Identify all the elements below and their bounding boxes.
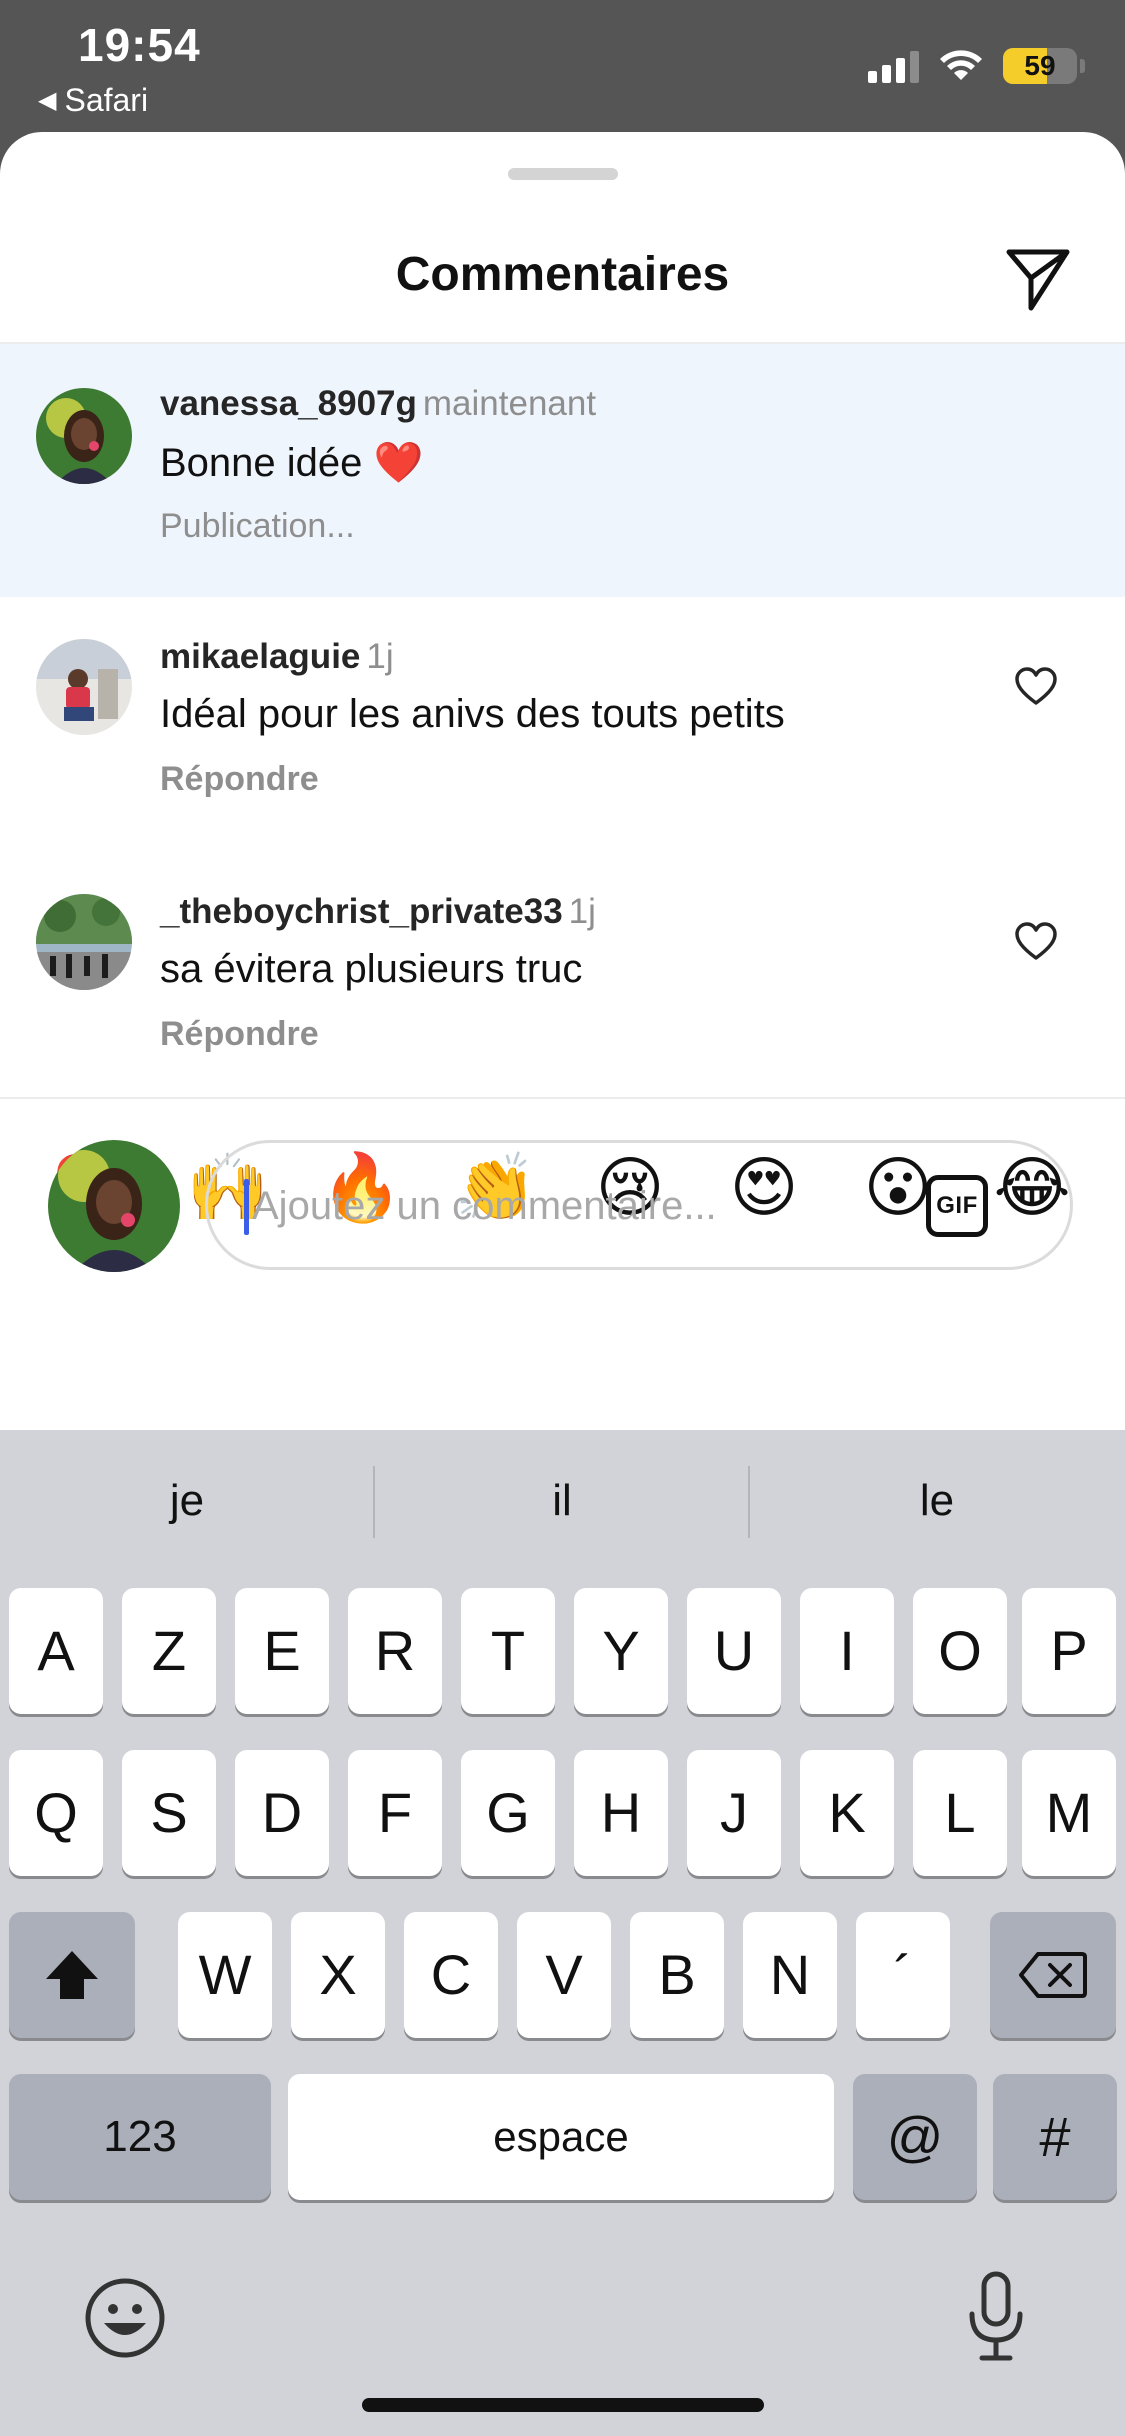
back-triangle-icon: ◀ [38, 87, 57, 114]
key-r[interactable]: R [348, 1588, 442, 1714]
comment-text: sa évitera plusieurs truc [160, 947, 583, 991]
key-d[interactable]: D [235, 1750, 329, 1876]
wifi-icon [940, 50, 982, 80]
back-to-safari-link[interactable]: ◀ Safari [38, 82, 148, 119]
shift-key[interactable] [9, 1912, 135, 2038]
comment-item[interactable]: vanessa_8907g maintenant Bonne idée ❤️ Pu… [0, 344, 1125, 597]
sheet-title: Commentaires [395, 248, 730, 301]
paper-plane-icon[interactable] [1003, 242, 1073, 312]
comment-meta: mikaelaguie 1j [160, 637, 394, 677]
key-b[interactable]: B [630, 1912, 724, 2038]
heart-outline-icon[interactable] [1015, 922, 1057, 962]
home-indicator[interactable] [362, 2398, 764, 2412]
key-f[interactable]: F [348, 1750, 442, 1876]
key-t[interactable]: T [461, 1588, 555, 1714]
heart-outline-icon[interactable] [1015, 667, 1057, 707]
comment-item[interactable]: mikaelaguie 1j Idéal pour les anivs des t… [0, 597, 1125, 852]
sheet-grabber[interactable] [508, 168, 618, 180]
space-key[interactable]: espace [288, 2074, 834, 2200]
comment-username[interactable]: mikaelaguie [160, 637, 360, 676]
key-a[interactable]: A [9, 1588, 103, 1714]
gif-button[interactable]: GIF [926, 1175, 988, 1237]
comment-time: 1j [366, 637, 394, 676]
cellular-signal-icon [868, 49, 919, 83]
key-c[interactable]: C [404, 1912, 498, 2038]
key-l[interactable]: L [913, 1750, 1007, 1876]
posting-status: Publication... [160, 507, 355, 545]
key-z[interactable]: Z [122, 1588, 216, 1714]
prediction-1[interactable]: je [0, 1462, 374, 1540]
comment-meta: _theboychrist_private33 1j [160, 892, 596, 932]
key-s[interactable]: S [122, 1750, 216, 1876]
reply-button[interactable]: Répondre [160, 1015, 319, 1054]
comment-item[interactable]: _theboychrist_private33 1j sa évitera plu… [0, 852, 1125, 1097]
key-acute-accent[interactable]: ´ [856, 1912, 950, 2038]
text-caret [244, 1179, 249, 1235]
key-e[interactable]: E [235, 1588, 329, 1714]
key-n[interactable]: N [743, 1912, 837, 2038]
at-key[interactable]: @ [853, 2074, 977, 2200]
comment-meta: vanessa_8907g maintenant [160, 384, 596, 424]
prediction-2[interactable]: il [375, 1462, 749, 1540]
key-i[interactable]: I [800, 1588, 894, 1714]
avatar[interactable] [36, 388, 132, 484]
prediction-bar: je il le [0, 1462, 1125, 1540]
key-m[interactable]: M [1022, 1750, 1116, 1876]
comment-time: 1j [568, 892, 596, 931]
key-q[interactable]: Q [9, 1750, 103, 1876]
microphone-icon[interactable] [964, 2270, 1028, 2364]
delete-key[interactable] [990, 1912, 1116, 2038]
battery-tip [1080, 59, 1085, 73]
comment-username[interactable]: _theboychrist_private33 [160, 892, 563, 931]
numbers-key[interactable]: 123 [9, 2074, 271, 2200]
key-w[interactable]: W [178, 1912, 272, 2038]
battery-level-text: 59 [1024, 50, 1056, 81]
battery-icon: 59 [1003, 48, 1077, 84]
comment-input[interactable] [252, 1173, 872, 1239]
reply-button[interactable]: Répondre [160, 760, 319, 799]
shift-arrow-icon [46, 1951, 98, 2000]
my-avatar [48, 1140, 180, 1272]
comment-username[interactable]: vanessa_8907g [160, 384, 417, 423]
key-x[interactable]: X [291, 1912, 385, 2038]
status-bar: 19:54 ◀ Safari 59 [0, 0, 1125, 135]
comment-composer[interactable]: GIF [205, 1140, 1073, 1270]
key-p[interactable]: P [1022, 1588, 1116, 1714]
emoji-keyboard-icon[interactable] [84, 2277, 166, 2359]
emoji-row-divider [0, 1097, 1125, 1099]
comments-sheet: Commentaires vanessa_8907g maintenant Bon… [0, 132, 1125, 1432]
key-u[interactable]: U [687, 1588, 781, 1714]
key-o[interactable]: O [913, 1588, 1007, 1714]
key-h[interactable]: H [574, 1750, 668, 1876]
comment-time: maintenant [422, 384, 597, 423]
avatar[interactable] [36, 894, 132, 990]
comment-text: Bonne idée ❤️ [160, 441, 424, 485]
key-v[interactable]: V [517, 1912, 611, 2038]
key-g[interactable]: G [461, 1750, 555, 1876]
back-app-label: Safari [64, 82, 149, 118]
hash-key[interactable]: # [993, 2074, 1117, 2200]
key-y[interactable]: Y [574, 1588, 668, 1714]
status-time: 19:54 [78, 19, 201, 71]
keyboard: je il le A Z E R T Y U I O P Q S D F G H… [0, 1430, 1125, 2436]
avatar[interactable] [36, 639, 132, 735]
backspace-icon [1019, 1952, 1087, 1999]
prediction-3[interactable]: le [750, 1462, 1124, 1540]
key-k[interactable]: K [800, 1750, 894, 1876]
comment-text: Idéal pour les anivs des touts petits [160, 692, 785, 736]
key-j[interactable]: J [687, 1750, 781, 1876]
